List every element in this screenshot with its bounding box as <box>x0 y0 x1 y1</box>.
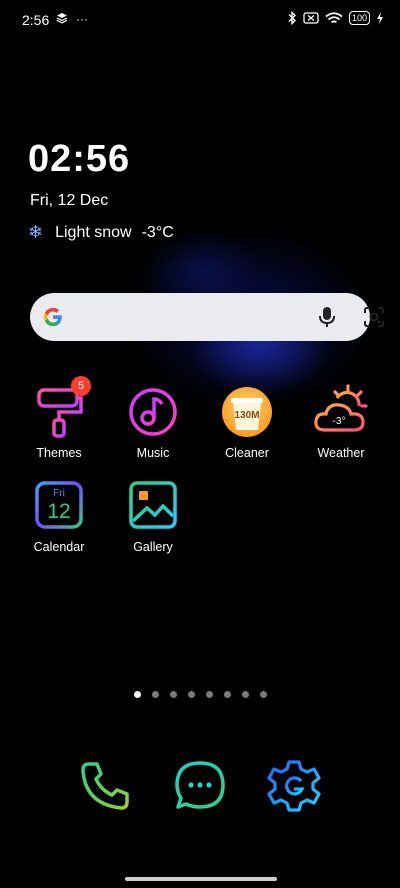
charging-icon <box>377 12 383 24</box>
layers-icon <box>56 13 68 24</box>
weather-summary[interactable]: ❄ Light snow -3°C <box>28 222 174 243</box>
page-dot[interactable] <box>188 691 195 698</box>
app-label: Calendar <box>33 540 85 554</box>
music-note-icon <box>129 388 177 436</box>
wifi-icon <box>325 11 343 23</box>
bluetooth-icon <box>288 11 296 25</box>
weather-sun-cloud-icon: -3° <box>314 384 368 432</box>
app-label: Cleaner <box>225 446 269 460</box>
google-logo-icon <box>43 307 62 327</box>
messages-icon[interactable] <box>172 758 228 814</box>
battery-indicator: 100 <box>348 11 370 25</box>
weather-condition: Light snow <box>55 223 132 241</box>
app-label: Themes <box>36 446 82 460</box>
page-dot[interactable] <box>242 691 249 698</box>
app-label: Gallery <box>133 540 173 554</box>
clock-widget-time[interactable]: 02:56 <box>28 138 130 181</box>
overflow-icon: ··· <box>76 12 88 26</box>
calendar-icon-date: 12 <box>47 500 70 523</box>
gallery-image-icon <box>129 481 177 529</box>
cleaner-storage-text: 130M <box>234 410 259 421</box>
page-dot[interactable] <box>152 691 159 698</box>
no-sim-icon <box>303 12 319 24</box>
notification-badge: 5 <box>71 376 91 396</box>
calendar-icon-day: Fri <box>53 488 65 499</box>
status-bar: 2:56 ··· 100 <box>0 0 400 40</box>
status-time: 2:56 <box>22 12 50 28</box>
app-music[interactable]: Music <box>113 384 193 460</box>
page-dot[interactable] <box>224 691 231 698</box>
snowflake-icon: ❄ <box>28 222 44 242</box>
app-label: Weather <box>317 446 365 460</box>
gesture-home-bar[interactable] <box>125 877 277 881</box>
weather-temperature: -3°C <box>141 223 174 241</box>
page-dot[interactable] <box>260 691 267 698</box>
camera-lens-icon[interactable] <box>363 306 385 328</box>
microphone-icon[interactable] <box>316 305 338 329</box>
settings-icon[interactable] <box>266 758 322 814</box>
page-dot[interactable] <box>170 691 177 698</box>
page-dot[interactable] <box>134 691 141 698</box>
phone-icon[interactable] <box>77 758 133 814</box>
weather-icon-temp: -3° <box>333 416 346 427</box>
cleaner-icon: 130M <box>222 387 272 437</box>
app-themes[interactable]: 5 Themes <box>19 376 99 460</box>
app-weather[interactable]: -3° Weather <box>301 384 381 460</box>
page-dot[interactable] <box>206 691 213 698</box>
app-gallery[interactable]: Gallery <box>113 478 193 554</box>
app-label: Music <box>136 446 170 460</box>
calendar-icon: Fri 12 <box>35 481 83 529</box>
clock-widget-date: Fri, 12 Dec <box>30 192 109 209</box>
google-search-bar[interactable] <box>30 293 384 341</box>
page-indicator[interactable] <box>134 691 267 698</box>
app-calendar[interactable]: Fri 12 Calendar <box>19 478 99 554</box>
app-cleaner[interactable]: 130M Cleaner <box>207 384 287 460</box>
